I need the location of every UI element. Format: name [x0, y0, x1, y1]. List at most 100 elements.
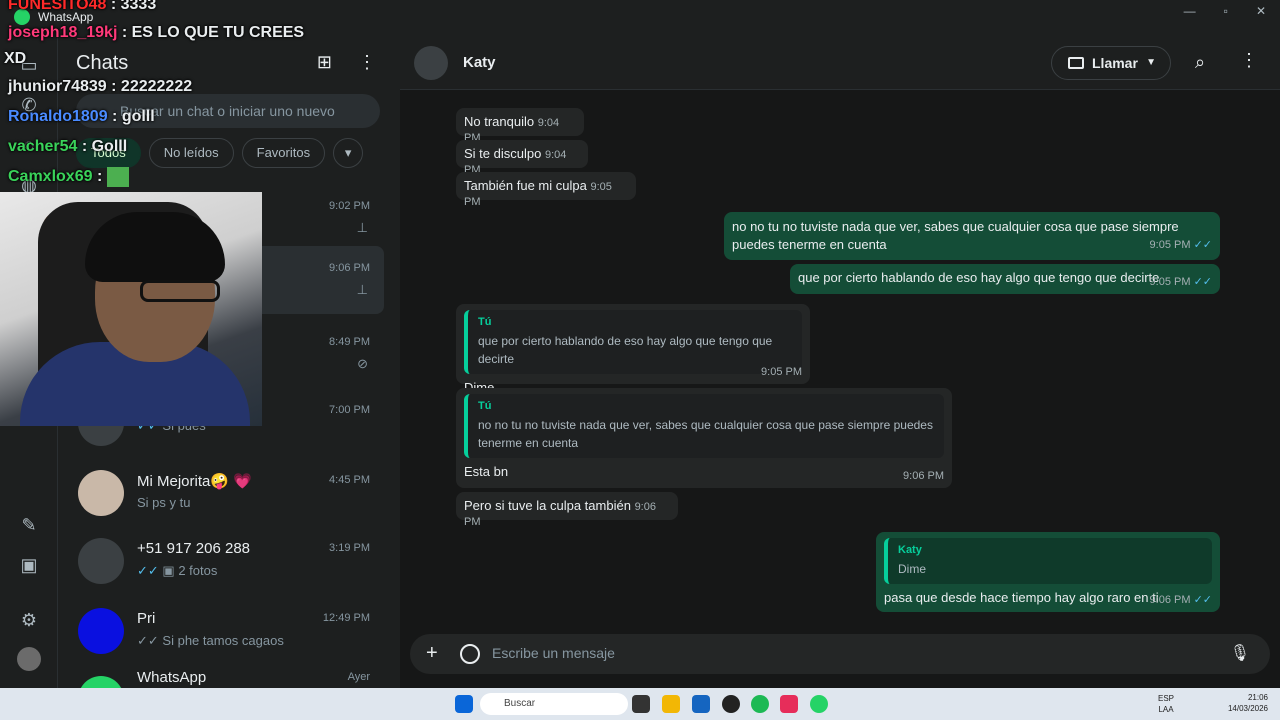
message-incoming: Pero si tuve la culpa también 9:06 PM — [456, 492, 678, 528]
chevron-down-icon: ▼ — [1146, 57, 1156, 68]
avatar — [78, 608, 124, 654]
hair — [85, 212, 225, 282]
quote-text: que por cierto hablando de eso hay algo … — [478, 334, 773, 366]
chat-time: 9:02 PM — [329, 200, 370, 212]
microphone-icon[interactable]: 🎙 — [1230, 643, 1250, 663]
more-options-icon[interactable]: ⋮ — [1240, 50, 1258, 71]
media-icon[interactable]: ▣ — [18, 554, 40, 576]
store-icon[interactable] — [692, 695, 710, 713]
message-incoming: También fue mi culpa 9:05 PM — [456, 172, 636, 208]
chevron-down-icon[interactable]: ▾ — [333, 138, 364, 168]
message-text: También fue mi culpa — [464, 178, 587, 193]
settings-icon[interactable]: ⚙ — [18, 609, 40, 631]
filter-unread[interactable]: No leídos — [148, 138, 234, 168]
quote-author: Katy — [898, 544, 922, 556]
message-text: pasa que desde hace tiempo hay algo raro… — [884, 590, 1159, 605]
read-ticks-icon: ✓✓ — [1193, 239, 1212, 251]
overlay-text: 22222222 — [120, 78, 193, 95]
lang-top: ESP — [1158, 694, 1175, 703]
overlay-chat-line: FUNESITO48 : 3333 — [8, 0, 156, 14]
system-clock[interactable]: 21:06 14/03/2026 — [1228, 692, 1268, 714]
overlay-user: vacher54 — [8, 138, 78, 155]
pin-icon: ⊥ — [356, 282, 368, 297]
chat-name: Pri — [137, 610, 156, 627]
chat-preview-text: Si phe tamos cagaos — [162, 633, 284, 648]
overlay-chat-line: XD — [4, 50, 26, 68]
quoted-message[interactable]: Tú que por cierto hablando de eso hay al… — [464, 310, 802, 374]
contact-avatar[interactable] — [414, 46, 448, 80]
chat-item[interactable]: WhatsApp Ayer — [58, 664, 384, 688]
contact-name[interactable]: Katy — [463, 54, 496, 71]
pin-icon: ⊥ — [356, 220, 368, 235]
maximize-icon[interactable]: ▫ — [1224, 4, 1228, 18]
read-ticks-icon: ✓✓ — [137, 563, 159, 578]
message-outgoing: no no tu no tuviste nada que ver, sabes … — [724, 212, 1220, 260]
message-time: 9:06 PM — [903, 470, 944, 482]
emoji-icon[interactable] — [460, 644, 480, 664]
quote-text: Dime — [898, 562, 927, 576]
emote-icon — [106, 167, 129, 187]
message-text: Pero si tuve la culpa también — [464, 498, 631, 513]
message-area[interactable]: No tranquilo 9:04 PM Si te disculpo 9:04… — [400, 90, 1280, 628]
photo-icon: ▣ — [162, 563, 175, 578]
starred-icon[interactable]: ✎ — [18, 514, 40, 536]
chat-item[interactable]: +51 917 206 288 3:19 PM ✓✓ ▣ 2 fotos — [58, 526, 384, 594]
attach-plus-icon[interactable]: + — [426, 642, 438, 665]
quoted-message[interactable]: Katy Dime — [884, 538, 1212, 584]
call-button[interactable]: Llamar ▼ — [1051, 46, 1171, 80]
message-text: Esta bn — [464, 464, 509, 479]
chat-time: 9:06 PM — [329, 262, 370, 274]
overlay-chat-line: Ronaldo1809 : golll — [8, 108, 155, 125]
chat-name: +51 917 206 288 — [137, 540, 251, 557]
quote-author: Tú — [478, 400, 492, 412]
message-incoming-reply: Tú que por cierto hablando de eso hay al… — [456, 304, 810, 395]
language-indicator[interactable]: ESP LAA — [1158, 693, 1174, 715]
whatsapp-taskbar-icon[interactable] — [810, 695, 828, 713]
lang-bottom: LAA — [1158, 705, 1174, 714]
clock-time: 21:06 — [1247, 693, 1268, 702]
obs-icon[interactable] — [722, 695, 740, 713]
message-composer: + Escribe un mensaje 🎙 — [400, 628, 1280, 688]
overlay-user: Camxlox69 — [8, 168, 93, 186]
message-time-text: 9:05 PM — [1149, 239, 1191, 251]
message-incoming-reply: Tú no no tu no tuviste nada que ver, sab… — [456, 388, 952, 488]
minimize-icon[interactable]: — — [1184, 4, 1196, 18]
chat-preview: Si ps y tu — [137, 495, 191, 510]
overlay-user: Ronaldo1809 — [8, 108, 108, 125]
message-text: que por cierto hablando de eso hay algo … — [798, 270, 1160, 285]
avatar — [78, 676, 124, 688]
message-input[interactable]: Escribe un mensaje — [492, 645, 615, 661]
spotify-icon[interactable] — [751, 695, 769, 713]
message-text: no no tu no tuviste nada que ver, sabes … — [732, 219, 1179, 252]
overlay-user: joseph18_19kj — [8, 24, 118, 41]
windows-start-icon[interactable] — [455, 695, 473, 713]
quoted-message[interactable]: Tú no no tu no tuviste nada que ver, sab… — [464, 394, 944, 458]
chat-time: 8:49 PM — [329, 336, 370, 348]
clock-date: 14/03/2026 — [1227, 704, 1268, 713]
new-chat-icon[interactable]: ⊞ — [317, 52, 332, 73]
task-view-icon[interactable] — [632, 695, 650, 713]
overlay-chat-line: joseph18_19kj : ES LO QUE TU CREES — [8, 24, 305, 41]
file-explorer-icon[interactable] — [662, 695, 680, 713]
call-label: Llamar — [1092, 55, 1138, 71]
message-time-text: 9:06 PM — [1149, 594, 1191, 606]
close-icon[interactable]: ✕ — [1256, 4, 1266, 18]
taskbar-search[interactable]: Buscar — [480, 693, 628, 715]
chat-time: 7:00 PM — [329, 404, 370, 416]
composer-box: + Escribe un mensaje 🎙 — [410, 634, 1270, 674]
overlay-chat-line: vacher54 : Golll — [8, 138, 128, 155]
overlay-user: jhunior74839 — [8, 78, 107, 95]
filter-favorites[interactable]: Favoritos — [241, 138, 326, 168]
tiktok-icon[interactable] — [780, 695, 798, 713]
chat-item[interactable]: Mi Mejorita🤪 💗 4:45 PM Si ps y tu — [58, 458, 384, 526]
chat-item[interactable]: Pri 12:49 PM ✓✓ Si phe tamos cagaos — [58, 596, 384, 664]
search-icon[interactable]: ⌕ — [1195, 52, 1205, 73]
message-incoming: No tranquilo 9:04 PM — [456, 108, 584, 144]
overlay-chat-line: Camxlox69 : — [8, 167, 129, 187]
more-options-icon[interactable]: ⋮ — [358, 52, 376, 73]
profile-avatar[interactable] — [17, 647, 41, 671]
chat-header: Katy Llamar ▼ ⌕ ⋮ — [400, 34, 1280, 90]
overlay-text: golll — [121, 108, 155, 125]
message-outgoing-reply: Katy Dime pasa que desde hace tiempo hay… — [876, 532, 1220, 612]
quote-text: no no tu no tuviste nada que ver, sabes … — [478, 418, 933, 450]
